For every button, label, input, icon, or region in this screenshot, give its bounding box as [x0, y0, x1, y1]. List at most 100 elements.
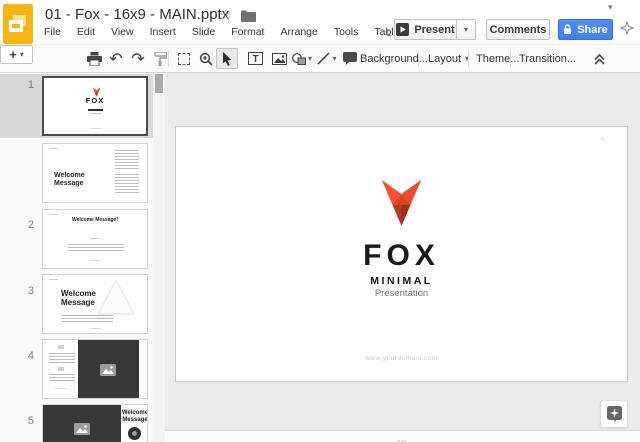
thumb-tagline-bar — [88, 109, 103, 111]
menu-view[interactable]: View — [111, 26, 134, 38]
redo-icon[interactable]: ↷ — [128, 45, 148, 72]
insert-shape-icon[interactable]: ▾ — [290, 45, 314, 72]
collapse-toolbar-icon[interactable] — [590, 45, 608, 72]
thumb-logo-mark — [49, 279, 58, 280]
slide-thumbnail-6[interactable]: WelcomeMessage — [42, 404, 148, 442]
thumb-icon-mark — [58, 367, 64, 371]
collapse-controls-chevron-icon[interactable]: ▾ — [608, 2, 613, 13]
menu-file[interactable]: File — [44, 26, 61, 38]
slide-footer-url[interactable]: www.yourdomain.com — [176, 355, 627, 362]
undo-icon[interactable]: ↶ — [106, 45, 126, 72]
insert-line-icon[interactable]: ▾ — [316, 45, 338, 72]
star-icon[interactable]: ☆ — [219, 7, 232, 24]
comments-label: Comments — [490, 24, 547, 36]
thumb-footer-line — [89, 328, 101, 329]
notes-resize-handle[interactable]: ⋯ — [398, 436, 408, 442]
slide-thumbnail-3[interactable]: Welcome Message! — [42, 209, 148, 269]
toolbar-separator — [510, 50, 511, 67]
paint-format-icon[interactable] — [150, 45, 170, 72]
slide-thumbnail-2[interactable]: WelcomeMessage — [42, 143, 148, 203]
menu-slide[interactable]: Slide — [192, 26, 215, 38]
thumb-welcome-title: Welcome Message! — [43, 218, 147, 224]
transition-button[interactable]: Transition... — [519, 45, 576, 72]
thumb-icon-mark — [58, 345, 64, 349]
theme-button[interactable]: Theme... — [476, 45, 519, 72]
cursor-icon — [221, 52, 233, 66]
filmstrip-scrollbar-track[interactable] — [153, 73, 165, 442]
menu-tools[interactable]: Tools — [334, 26, 359, 38]
toolbar-separator — [212, 50, 213, 67]
slide-filmstrip: 1 FOX 2 WelcomeMessage — [0, 73, 165, 442]
slide-brand-text[interactable]: FOX — [176, 239, 627, 273]
layout-button[interactable]: Layout ▾ — [428, 45, 469, 72]
google-slides-app: 01 - Fox - 16x9 - MAIN.pptx ☆ File Edit … — [0, 0, 640, 442]
slide-thumbnail-5[interactable] — [42, 339, 148, 399]
menu-insert[interactable]: Insert — [150, 26, 176, 38]
thumb-text-block — [49, 353, 75, 363]
current-slide[interactable]: FOX MINIMAL Presentation www.yourdomain.… — [175, 126, 628, 382]
filmstrip-scrollbar-thumb[interactable] — [155, 74, 163, 93]
thumb-welcome-text: WelcomeMessage — [54, 172, 85, 188]
slide-thumbnail-4[interactable]: WelcomeMessage — [42, 274, 148, 334]
menu-format[interactable]: Format — [231, 26, 264, 38]
chevron-down-icon: ▾ — [20, 51, 24, 59]
text-box-icon[interactable]: T — [244, 45, 266, 72]
thumb-text-block — [115, 150, 139, 170]
chevron-down-icon: ▾ — [332, 55, 336, 63]
four-point-star-icon[interactable] — [620, 21, 634, 40]
print-icon[interactable] — [84, 45, 104, 72]
slide-number: 2 — [20, 219, 34, 231]
thumb-image-pane — [43, 405, 121, 442]
play-icon — [396, 23, 409, 36]
thumb-divider-line — [91, 238, 99, 239]
thumb-footer-line — [90, 128, 102, 129]
insert-image-icon[interactable] — [268, 45, 290, 72]
toolbar-separator — [418, 50, 419, 67]
menu-edit[interactable]: Edit — [77, 26, 95, 38]
document-title[interactable]: 01 - Fox - 16x9 - MAIN.pptx — [45, 6, 229, 23]
chevron-down-icon: ▾ — [464, 26, 468, 34]
explore-icon — [606, 405, 623, 423]
slide-number: 3 — [20, 285, 34, 297]
fox-logo[interactable] — [176, 178, 627, 232]
thumb-brand-text: FOX — [44, 96, 146, 105]
speaker-notes-divider: ⋯ — [165, 430, 640, 442]
explore-button[interactable] — [600, 400, 628, 428]
share-button[interactable]: Share — [558, 19, 613, 40]
thumb-text-block — [49, 374, 75, 383]
insert-comment-icon[interactable] — [340, 45, 360, 72]
folder-icon[interactable] — [241, 9, 256, 27]
present-dropdown-button[interactable]: ▾ — [456, 19, 476, 40]
slides-logo-glyph — [9, 15, 27, 33]
slides-logo-icon[interactable] — [3, 4, 33, 44]
select-tool-button[interactable] — [216, 48, 238, 69]
slide-number: 1 — [20, 79, 34, 91]
thumb-logo-mark — [49, 214, 58, 215]
editing-canvas: FOX MINIMAL Presentation www.yourdomain.… — [165, 73, 640, 442]
menu-bar: File Edit View Insert Slide Format Arran… — [44, 26, 437, 38]
thumb-text-block — [115, 174, 139, 194]
new-slide-button[interactable]: + ▾ — [0, 45, 33, 64]
present-button[interactable]: Present — [394, 19, 457, 40]
thumb-image-pane — [78, 340, 139, 399]
comments-button[interactable]: Comments — [486, 19, 550, 40]
svg-text:T: T — [252, 54, 258, 65]
thumb-logo-mark — [49, 148, 58, 149]
slide-subtitle-text[interactable]: Presentation — [176, 288, 627, 299]
image-placeholder-icon — [74, 423, 90, 435]
thumb-text-block — [61, 315, 113, 323]
slide-thumbnail-1[interactable]: FOX — [42, 76, 148, 136]
lock-icon — [563, 24, 572, 35]
menu-arrange[interactable]: Arrange — [280, 26, 317, 38]
toolbar-separator — [468, 50, 469, 67]
thumb-text-block — [68, 244, 124, 252]
present-label: Present — [414, 24, 454, 36]
slide-number: 5 — [20, 415, 34, 427]
share-label: Share — [577, 24, 608, 36]
zoom-icon[interactable] — [196, 45, 216, 72]
zoom-to-fit-icon[interactable] — [174, 45, 194, 72]
title-bar: 01 - Fox - 16x9 - MAIN.pptx ☆ File Edit … — [0, 0, 640, 44]
slide-tagline-text[interactable]: MINIMAL — [176, 275, 627, 287]
thumb-welcome-text: WelcomeMessage — [61, 289, 96, 307]
image-placeholder-icon — [100, 364, 116, 376]
